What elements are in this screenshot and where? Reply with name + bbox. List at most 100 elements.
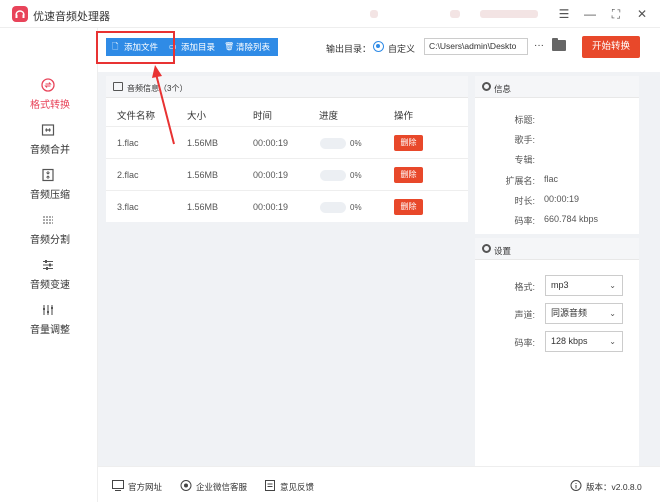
gear-icon [482,244,491,253]
redacted-area [480,10,538,18]
column-header-size: 大小 [187,111,207,122]
close-icon[interactable]: ✕ [634,6,650,22]
format-convert-icon [41,78,55,92]
sidebar-item-label: 音量调整 [30,325,70,336]
volume-icon [43,305,53,315]
sidebar-item-label: 音频压缩 [30,190,70,201]
sidebar-item-volume[interactable]: 音量调整 [0,303,98,343]
sidebar-item-label: 音频变速 [30,280,70,291]
channel-select[interactable]: 同源音频 ⌄ [545,303,623,324]
progress-percent: 0% [350,171,362,180]
sidebar-item-label: 音频分割 [30,235,70,246]
table-row[interactable]: 2.flac 1.56MB 00:00:19 0% 删除 [106,158,468,190]
setting-label-channel: 声道: [514,310,535,320]
split-icon [43,216,53,224]
file-time: 00:00:19 [253,170,289,180]
setting-label-format: 格式: [514,282,535,292]
progress-bar [320,138,346,149]
minimize-icon[interactable]: — [582,6,598,22]
delete-button[interactable]: 删除 [394,199,423,215]
file-name: 2.flac [117,170,139,180]
output-path-input[interactable]: C:\Users\admin\Deskto [424,38,528,55]
sidebar-item-merge[interactable]: 音频合并 [0,123,98,163]
website-link[interactable]: 官方网址 [112,480,163,493]
progress-percent: 0% [350,203,362,212]
info-value-extension: flac [544,174,559,184]
trash-icon: 🗑 [224,42,235,51]
column-header-action: 操作 [394,111,414,122]
feedback-icon [265,480,275,491]
app-title: 优速音频处理器 [33,11,110,23]
progress-percent: 0% [350,139,362,148]
info-label-artist: 歌手: [514,135,535,145]
version-info: 版本：v2.0.8.0 [570,480,642,493]
info-value-bitrate: 660.784 kbps [544,214,599,224]
version-label: 版本：v2.0.8.0 [586,482,642,492]
image-icon [113,82,123,91]
sidebar-item-label: 格式转换 [30,100,70,111]
sidebar: 格式转换 音频合并 音频压缩 音频分割 音频变速 音量调整 [0,28,98,502]
format-select-value: mp3 [551,280,569,290]
compress-icon [42,168,54,182]
channel-select-value: 同源音频 [551,308,588,318]
chat-icon [180,480,192,491]
sidebar-item-speed[interactable]: 音频变速 [0,258,98,298]
wechat-link[interactable]: 企业微信客服 [180,480,247,493]
file-size: 1.56MB [187,202,219,212]
website-label: 官方网址 [128,482,163,492]
app-logo-icon [12,6,28,22]
settings-panel: 设置 格式: mp3 ⌄ 声道: 同源音频 ⌄ 码率: 128 kbps ⌄ [475,238,639,466]
custom-radio[interactable] [373,41,384,52]
file-size: 1.56MB [187,170,219,180]
output-dir-label: 输出目录： [326,44,372,54]
footer: 官方网址 企业微信客服 意见反馈 版本：v2.0.8.0 [98,466,660,502]
file-time: 00:00:19 [253,202,289,212]
add-dir-label: 添加目录 [181,42,216,52]
sidebar-item-label: 音频合并 [30,145,70,156]
info-panel-header: 信息 [475,76,639,98]
progress-bar [320,170,346,181]
info-label-duration: 时长: [514,196,535,206]
monitor-icon [112,480,124,491]
info-label-album: 专辑: [514,155,535,165]
settings-panel-header: 设置 [475,238,639,260]
bitrate-select[interactable]: 128 kbps ⌄ [545,331,623,352]
clear-list-button[interactable]: 🗑 清除列表 [218,38,278,56]
info-panel-title: 信息 [494,84,512,94]
info-value-duration: 00:00:19 [544,194,580,204]
file-size: 1.56MB [187,138,219,148]
annotation-arrow [152,65,175,145]
chevron-down-icon: ⌄ [609,337,616,346]
feedback-label: 意见反馈 [280,482,315,492]
column-header-time: 时间 [253,111,273,122]
redacted-area [450,10,460,18]
info-panel: 信息 标题: 歌手: 专辑: 扩展名: flac 时长: 00:00:19 码率… [475,76,639,234]
feedback-link[interactable]: 意见反馈 [264,480,315,493]
chevron-down-icon: ⌄ [609,309,616,318]
delete-button[interactable]: 删除 [394,135,423,151]
more-button[interactable]: ··· [534,40,544,51]
custom-radio-label: 自定义 [388,44,416,54]
sidebar-item-format-convert[interactable]: 格式转换 [0,78,98,118]
open-folder-icon[interactable] [552,38,566,51]
file-name: 1.flac [117,138,139,148]
bitrate-select-value: 128 kbps [551,336,588,346]
file-name: 3.flac [117,202,139,212]
chevron-down-icon: ⌄ [609,281,616,290]
delete-button[interactable]: 删除 [394,167,423,183]
merge-icon [41,124,55,136]
table-row[interactable]: 3.flac 1.56MB 00:00:19 0% 删除 [106,190,468,222]
setting-label-bitrate: 码率: [514,338,535,348]
sidebar-item-compress[interactable]: 音频压缩 [0,168,98,208]
info-label-bitrate: 码率: [514,216,535,226]
column-header-progress: 进度 [319,111,339,122]
fullscreen-icon[interactable]: ⛶ [608,6,624,22]
info-label-title: 标题: [514,115,535,125]
format-select[interactable]: mp3 ⌄ [545,275,623,296]
highlight-box [96,31,175,64]
start-convert-button[interactable]: 开始转换 [582,36,640,58]
sidebar-item-split[interactable]: 音频分割 [0,213,98,253]
speed-icon [43,260,53,270]
title-bar: 优速音频处理器 ☰ — ⛶ ✕ [0,0,660,28]
menu-icon[interactable]: ☰ [556,6,572,22]
